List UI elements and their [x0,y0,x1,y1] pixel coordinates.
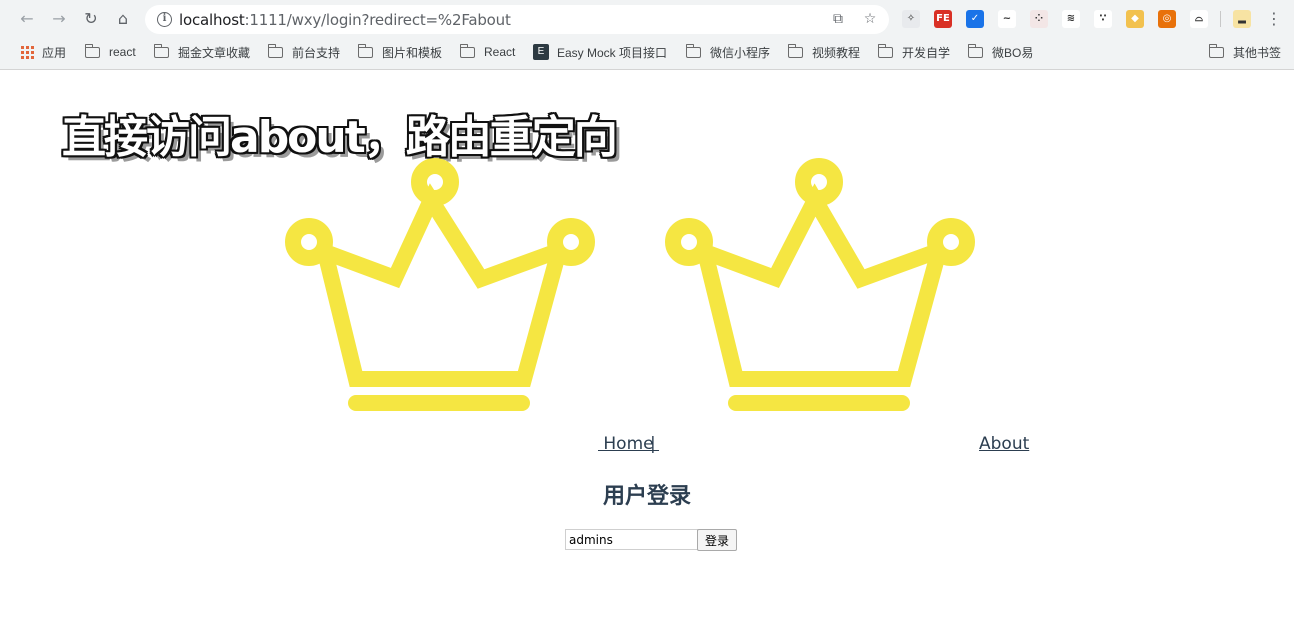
username-input[interactable] [565,529,698,550]
ext-parachute-icon[interactable]: ⌓ [1190,10,1208,28]
ext-shield-icon[interactable]: ✓ [966,10,984,28]
browser-chrome: ← → ↻ ⌂ i localhost:1111/wxy/login?redir… [0,0,1294,70]
bookmark-label: 微BO易 [992,45,1034,60]
bookmark-item[interactable]: E Easy Mock 项目接口 [533,43,667,61]
toolbar-divider [1220,11,1221,27]
crown-logo-right [665,158,975,411]
bookmark-item[interactable]: react [84,43,136,61]
back-icon[interactable]: ← [17,9,37,29]
url-path: :1111/wxy/login?redirect=%2Fabout [244,11,511,29]
bookmark-item[interactable]: 应用 [21,43,66,61]
ext-fish-icon[interactable]: ≋ [1062,10,1080,28]
folder-icon [84,43,100,58]
ext-puzzle-icon[interactable]: ◆ [1126,10,1144,28]
folder-icon [1208,43,1224,58]
bookmark-label: 应用 [42,45,67,60]
login-title: 用户登录 [602,484,691,509]
ext-grid-icon[interactable]: ⁘ [1030,10,1048,28]
bookmark-item[interactable]: 前台支持 [267,43,341,61]
bookmark-item[interactable]: 开发自学 [877,43,951,61]
url-host: localhost [179,11,245,29]
address-bar[interactable]: i localhost:1111/wxy/login?redirect=%2Fa… [145,5,889,34]
translate-icon[interactable]: ⧉ [829,10,847,28]
browser-toolbar: ← → ↻ ⌂ i localhost:1111/wxy/login?redir… [0,0,1294,38]
nav-link-about[interactable]: About [979,434,1029,454]
bookmark-label: 视频教程 [812,45,861,60]
folder-icon [357,43,373,58]
ext-ring-icon[interactable]: ◎ [1158,10,1176,28]
ext-cake-icon[interactable]: ▂ [1233,10,1251,28]
folder-icon [967,43,983,58]
bookmark-label: 其他书签 [1233,45,1282,60]
bookmark-label: Easy Mock 项目接口 [557,45,668,60]
home-icon[interactable]: ⌂ [113,9,133,29]
forward-icon[interactable]: → [49,9,69,29]
folder-icon [685,43,701,58]
bookmark-item[interactable]: 图片和模板 [357,43,443,61]
bookmark-label: 图片和模板 [382,45,443,60]
overlay-caption: 直接访问about，路由重定向 [62,112,618,163]
bookmark-item[interactable]: 微BO易 [967,43,1034,61]
bookmark-label: react [109,45,136,59]
crown-logo-left [285,158,595,411]
bookmark-item[interactable]: 微信小程序 [685,43,771,61]
bookmark-label: 前台支持 [292,45,341,60]
apps-icon [21,45,34,59]
easy-mock-icon: E [533,44,549,60]
bookmark-label: React [484,45,516,59]
folder-icon [877,43,893,58]
star-icon[interactable]: ☆ [861,10,879,28]
folder-icon [787,43,803,58]
folder-icon [459,43,475,58]
bookmark-item[interactable]: 掘金文章收藏 [153,43,251,61]
bookmark-item[interactable]: 视频教程 [787,43,861,61]
bookmark-label: 微信小程序 [710,45,771,60]
ext-dots-icon[interactable]: ∵ [1094,10,1112,28]
bookmark-label: 掘金文章收藏 [178,45,251,60]
folder-icon [267,43,283,58]
ext-react-icon[interactable]: ✧ [902,10,920,28]
ext-gif-icon[interactable]: ~ [998,10,1016,28]
folder-icon [153,43,169,58]
reload-icon[interactable]: ↻ [81,9,101,29]
info-icon[interactable]: i [157,12,172,27]
login-button[interactable]: 登录 [697,529,737,551]
bookmark-label: 开发自学 [902,45,951,60]
nav-separator: | [650,434,656,454]
bookmarks-bar: 应用 react 掘金文章收藏 前台支持 图片和模板 React E Easy Mock 项目… [0,38,1294,66]
menu-icon[interactable]: ⋮ [1264,9,1284,29]
bookmark-item[interactable]: 其他书签 [1208,43,1282,61]
ext-fe-icon[interactable]: FE [934,10,952,28]
address-url[interactable]: localhost:1111/wxy/login?redirect=%2Fabo… [179,11,511,29]
bookmark-item[interactable]: React [459,43,516,61]
